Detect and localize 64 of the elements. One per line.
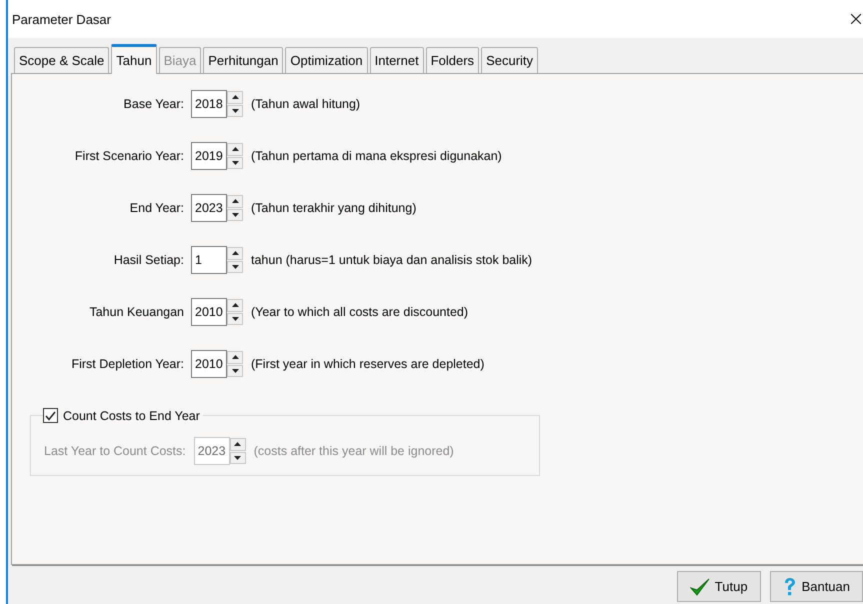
tab[interactable]: Security: [481, 47, 538, 73]
spin-down-button[interactable]: [227, 208, 243, 221]
close-button[interactable]: [849, 14, 863, 24]
year-field[interactable]: 1: [191, 246, 227, 274]
spin-down-button[interactable]: [227, 312, 243, 325]
tab[interactable]: Optimization: [285, 47, 368, 73]
year-field[interactable]: 2023: [191, 194, 227, 222]
up-arrow-icon: [232, 95, 238, 100]
spin-up-button[interactable]: [227, 91, 243, 104]
field-label: Hasil Setiap:: [112, 253, 185, 267]
spin-up-button[interactable]: [227, 299, 243, 312]
down-arrow-icon: [232, 264, 238, 269]
spin-up-button[interactable]: [227, 143, 243, 156]
down-arrow-icon: [232, 368, 238, 373]
field-label: First Scenario Year:: [74, 149, 185, 163]
help-button[interactable]: Bantuan: [770, 571, 863, 602]
up-arrow-icon: [234, 442, 242, 446]
down-arrow-icon: [232, 212, 238, 217]
field-label: Last Year to Count Costs:: [44, 444, 187, 458]
year-field[interactable]: 2018: [191, 90, 227, 118]
up-arrow-icon: [232, 303, 238, 308]
spin-down-button[interactable]: [227, 104, 243, 117]
spin-up-button[interactable]: [227, 247, 243, 260]
check-icon: [690, 578, 710, 596]
checkbox-label: Count Costs to End Year: [63, 408, 200, 422]
close-dialog-button[interactable]: Tutup: [676, 571, 761, 602]
field-hint: tahun (harus=1 untuk biaya dan analisis stok balik): [251, 253, 532, 267]
field-label: First Depletion Year:: [70, 357, 185, 371]
spin-down-button[interactable]: [227, 364, 243, 377]
spin-down-button[interactable]: [227, 260, 243, 273]
help-icon: [782, 576, 797, 596]
field-label: Tahun Keuangan: [88, 305, 185, 319]
checkbox[interactable]: [43, 408, 58, 423]
year-field[interactable]: 2019: [191, 142, 227, 170]
field-hint: (Tahun awal hitung): [251, 97, 360, 111]
field-hint: (Tahun pertama di mana ekspresi digunakan): [251, 149, 502, 163]
spin-up-button[interactable]: [230, 438, 246, 450]
field-hint: (Tahun terakhir yang dihitung): [251, 201, 416, 215]
field-hint: (First year in which reserves are depleted): [251, 357, 484, 371]
year-field[interactable]: 2010: [191, 350, 227, 378]
up-arrow-icon: [232, 199, 238, 204]
spin-down-button[interactable]: [230, 452, 246, 464]
tab[interactable]: Folders: [426, 47, 480, 73]
spin-down-button[interactable]: [227, 156, 243, 169]
spin-up-button[interactable]: [227, 195, 243, 208]
tab[interactable]: Internet: [370, 47, 424, 73]
tab[interactable]: Perhitungan: [203, 47, 284, 73]
field-label: End Year:: [128, 201, 185, 215]
field-label: Base Year:: [122, 97, 185, 111]
down-arrow-icon: [234, 456, 242, 460]
up-arrow-icon: [232, 147, 238, 152]
year-field[interactable]: 2010: [191, 298, 227, 326]
down-arrow-icon: [232, 160, 238, 165]
field-hint: (costs after this year will be ignored): [254, 444, 454, 458]
down-arrow-icon: [232, 316, 238, 321]
down-arrow-icon: [232, 108, 238, 113]
tab[interactable]: Scope & Scale: [14, 47, 110, 73]
up-arrow-icon: [232, 251, 238, 256]
spin-up-button[interactable]: [227, 351, 243, 364]
check-mark-icon: [45, 410, 56, 420]
up-arrow-icon: [232, 355, 238, 360]
tab[interactable]: Tahun: [111, 44, 157, 74]
field-hint: (Year to which all costs are discounted): [251, 305, 468, 319]
window-title: Parameter Dasar: [12, 12, 111, 26]
